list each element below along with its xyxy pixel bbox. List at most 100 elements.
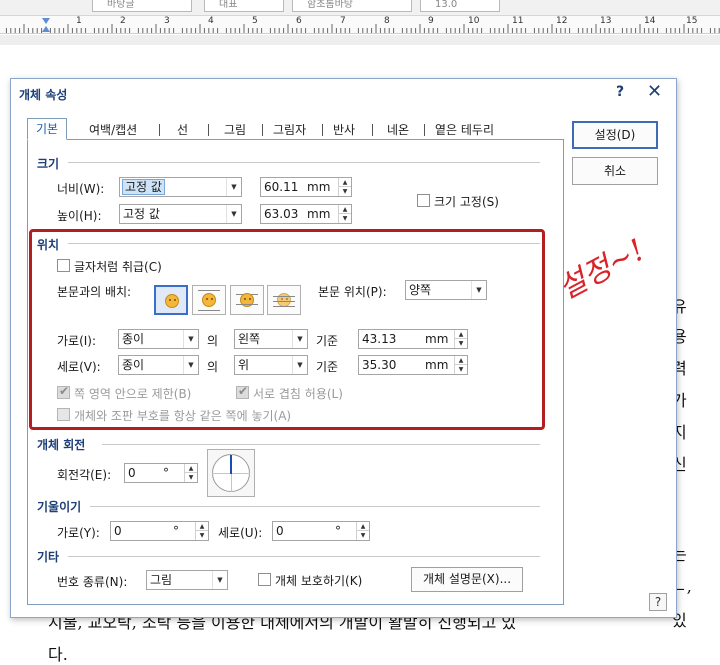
chevron-down-icon[interactable]: ▼ — [471, 281, 486, 299]
protect-object-label: 개체 보호하기(K) — [275, 574, 363, 588]
rotation-dial[interactable] — [207, 449, 255, 497]
wrap-behind-text-button[interactable] — [230, 285, 264, 315]
spin-down-icon[interactable]: ▼ — [185, 473, 197, 482]
spin-up-icon[interactable]: ▲ — [357, 522, 369, 531]
skew-vertical-label: 세로(U): — [218, 526, 263, 540]
treat-as-char-checkbox[interactable] — [57, 259, 70, 272]
size-lock-checkbox[interactable] — [417, 194, 430, 207]
wrap-in-front-button[interactable] — [267, 285, 301, 315]
vertical-ref-combo[interactable]: 종이 ▼ — [118, 355, 199, 375]
vertical-align-combo[interactable]: 위 ▼ — [234, 355, 308, 375]
width-label: 너비(W): — [57, 182, 105, 196]
horizontal-spinner[interactable]: ▲ ▼ — [454, 330, 467, 348]
basis-label: 기준 — [316, 334, 339, 348]
ruler-number: 3 — [164, 16, 170, 26]
width-spinner[interactable]: ▲ ▼ — [338, 178, 351, 196]
tab-margin-caption[interactable]: 여백/캡션 — [89, 120, 137, 140]
rotation-angle-input[interactable]: 0 ° ▲ ▼ — [124, 463, 198, 483]
chevron-down-icon[interactable]: ▼ — [292, 330, 307, 348]
horizontal-ruler[interactable]: 1 2 3 4 5 6 7 8 9 10 11 12 13 14 15 — [0, 16, 720, 34]
spin-up-icon[interactable]: ▲ — [455, 330, 467, 339]
vertical-spinner[interactable]: ▲ ▼ — [454, 356, 467, 374]
ok-button[interactable]: 설정(D) — [572, 121, 658, 149]
cancel-button[interactable]: 취소 — [572, 157, 658, 185]
object-description-button[interactable]: 개체 설명문(X)... — [411, 567, 523, 592]
ruler-number: 11 — [512, 16, 524, 26]
width-mode-combo[interactable]: 고정 값 ▼ — [119, 177, 242, 197]
body-position-value: 양쪽 — [409, 283, 432, 297]
spin-up-icon[interactable]: ▲ — [455, 356, 467, 365]
chevron-down-icon[interactable]: ▼ — [212, 571, 227, 589]
horizontal-unit: mm — [425, 332, 449, 346]
height-spinner[interactable]: ▲ ▼ — [338, 205, 351, 223]
spin-up-icon[interactable]: ▲ — [185, 464, 197, 473]
horizontal-ref-combo[interactable]: 종이 ▼ — [118, 329, 199, 349]
height-mode-combo[interactable]: 고정 값 ▼ — [119, 204, 242, 224]
help-button[interactable]: ? — [616, 84, 624, 100]
spin-down-icon[interactable]: ▼ — [455, 365, 467, 374]
ruler-number: 2 — [120, 16, 126, 26]
ruler-number: 1 — [76, 16, 82, 26]
tab-reflection[interactable]: 반사 — [333, 120, 355, 140]
skew-vertical-value: 0 — [276, 524, 284, 538]
formatting-toolbar: 바탕글 대표 함초롬바탕 13.0 — [0, 0, 720, 16]
horizontal-ref-value: 종이 — [122, 332, 145, 346]
spin-down-icon[interactable]: ▼ — [339, 214, 351, 223]
document-text-line: 다. — [48, 645, 68, 664]
width-unit: mm — [307, 180, 331, 194]
wrap-top-bottom-button[interactable] — [192, 285, 226, 315]
spin-down-icon[interactable]: ▼ — [357, 531, 369, 540]
tab-separator — [159, 124, 160, 136]
vertical-value-input[interactable]: 35.30 mm ▲ ▼ — [358, 355, 468, 375]
close-button[interactable]: ✕ — [647, 81, 662, 102]
ruler-number: 9 — [428, 16, 434, 26]
skew-vertical-spinner[interactable]: ▲ ▼ — [356, 522, 369, 540]
limit-to-page-checkbox[interactable]: ✔ — [57, 384, 70, 399]
tab-neon[interactable]: 네온 — [387, 120, 409, 140]
skew-horizontal-value: 0 — [114, 524, 122, 538]
height-value-input[interactable]: 63.03 mm ▲ ▼ — [260, 204, 352, 224]
chevron-down-icon[interactable]: ▼ — [226, 178, 241, 196]
chevron-down-icon[interactable]: ▼ — [183, 330, 198, 348]
width-value-input[interactable]: 60.11 mm ▲ ▼ — [260, 177, 352, 197]
number-type-value: 그림 — [150, 573, 173, 587]
number-type-combo[interactable]: 그림 ▼ — [146, 570, 228, 590]
font-language-combo[interactable]: 대표 — [204, 0, 284, 12]
horizontal-align-combo[interactable]: 왼쪽 ▼ — [234, 329, 308, 349]
help-question-icon[interactable]: ? — [649, 593, 667, 611]
chevron-down-icon[interactable]: ▼ — [292, 356, 307, 374]
tab-shadow[interactable]: 그림자 — [273, 120, 306, 140]
skew-vertical-input[interactable]: 0 ° ▲ ▼ — [272, 521, 370, 541]
ruler-number: 4 — [208, 16, 214, 26]
dialog-title-bar[interactable]: 개체 속성 ? ✕ — [11, 79, 676, 107]
skew-horizontal-input[interactable]: 0 ° ▲ ▼ — [110, 521, 209, 541]
tab-basic[interactable]: 기본 — [27, 118, 68, 140]
spin-up-icon[interactable]: ▲ — [196, 522, 208, 531]
allow-overlap-checkbox[interactable]: ✔ — [236, 384, 249, 399]
spin-up-icon[interactable]: ▲ — [339, 178, 351, 187]
spin-up-icon[interactable]: ▲ — [339, 205, 351, 214]
text-line-icon — [273, 296, 295, 297]
tab-line[interactable]: 선 — [177, 120, 188, 140]
height-value: 63.03 — [264, 207, 299, 221]
style-combo[interactable]: 바탕글 — [92, 0, 192, 12]
horizontal-value-input[interactable]: 43.13 mm ▲ ▼ — [358, 329, 468, 349]
spin-down-icon[interactable]: ▼ — [339, 187, 351, 196]
wrap-square-icon — [165, 294, 179, 308]
chevron-down-icon[interactable]: ▼ — [183, 356, 198, 374]
font-combo[interactable]: 함초롬바탕 — [292, 0, 412, 12]
font-size-combo[interactable]: 13.0 — [420, 0, 500, 12]
ruler-number: 15 — [686, 16, 698, 26]
same-page-checkbox[interactable] — [57, 408, 70, 421]
tab-soft-edges[interactable]: 옅은 테두리 — [435, 120, 494, 140]
body-position-combo[interactable]: 양쪽 ▼ — [405, 280, 487, 300]
protect-object-checkbox[interactable] — [258, 573, 271, 586]
wrap-square-button[interactable] — [154, 285, 188, 315]
skew-horizontal-spinner[interactable]: ▲ ▼ — [195, 522, 208, 540]
degree-symbol: ° — [173, 524, 179, 538]
spin-down-icon[interactable]: ▼ — [455, 339, 467, 348]
chevron-down-icon[interactable]: ▼ — [226, 205, 241, 223]
tab-picture[interactable]: 그림 — [224, 120, 246, 140]
rotation-spinner[interactable]: ▲ ▼ — [184, 464, 197, 482]
spin-down-icon[interactable]: ▼ — [196, 531, 208, 540]
